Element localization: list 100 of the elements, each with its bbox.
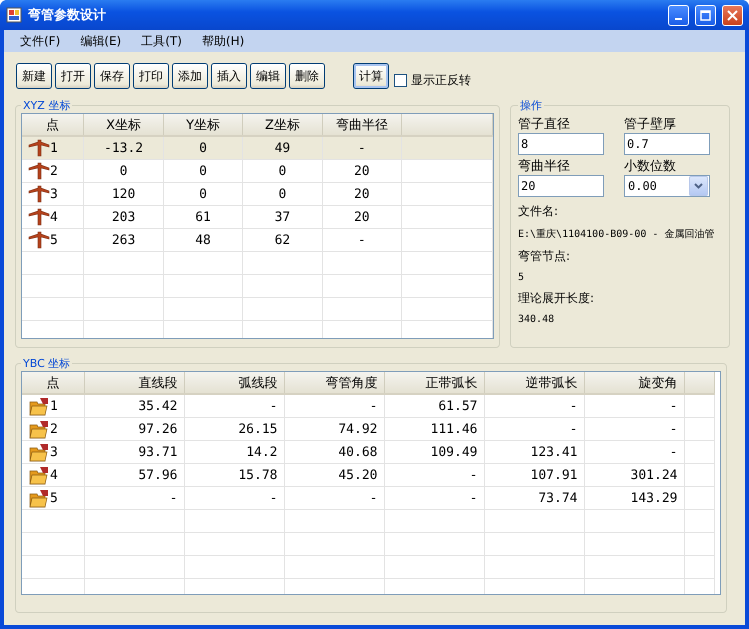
table-cell: 1	[50, 140, 58, 156]
column-header[interactable]: Y坐标	[163, 114, 243, 136]
column-header[interactable]: 点	[22, 372, 84, 394]
dropdown[interactable]: 0.00	[624, 175, 710, 197]
table-cell: 109.49	[430, 444, 478, 460]
info-value: 5	[518, 272, 524, 283]
input-field[interactable]: 20	[518, 175, 604, 197]
calculate-button[interactable]: 计算	[353, 63, 389, 89]
field-label: 管子壁厚	[624, 116, 677, 133]
info-label: 弯管节点:	[518, 248, 570, 265]
table-row[interactable]: 1 -13.2 0 49 -	[22, 136, 492, 160]
table-cell: 61.57	[438, 398, 478, 414]
table-cell: -	[270, 490, 278, 506]
checkbox-label[interactable]: 显示正反转	[411, 72, 471, 88]
toolbar-button[interactable]: 删除	[289, 63, 325, 89]
pipe-icon	[28, 208, 50, 226]
table-cell: 40.68	[338, 444, 378, 460]
table-cell: 97.26	[138, 422, 178, 436]
toolbar-button[interactable]: 插入	[211, 63, 247, 89]
menu-item[interactable]: 编辑(E)	[72, 30, 130, 52]
toolbar-button[interactable]: 新建	[16, 63, 52, 89]
maximize-button[interactable]	[695, 4, 716, 26]
data-grid[interactable]: 点 X坐标 Y坐标 Z坐标 弯曲半径 1 -13.2 0 49 - 2 0 0 0 20 3 120 0 0 20 4 203 61 37 20 5 263 48 62 -	[21, 113, 494, 339]
info-label: 文件名:	[518, 203, 558, 220]
input-field[interactable]: 0.7	[624, 133, 710, 155]
table-cell: 48	[195, 232, 211, 248]
caret-icon	[694, 183, 703, 189]
column-header[interactable]: 旋变角	[584, 372, 684, 394]
toolbar-button[interactable]: 编辑	[250, 63, 286, 89]
table-cell: 15.78	[238, 468, 278, 482]
column-header[interactable]: 弧线段	[184, 372, 284, 394]
menu-item[interactable]: 工具(T)	[133, 30, 190, 52]
info-value: E:\重庆\1104100-B09-00 - 金属回油管	[518, 228, 714, 241]
column-header[interactable]: Z坐标	[242, 114, 322, 136]
close-button[interactable]	[722, 4, 743, 26]
table-cell: 61	[195, 210, 211, 224]
table-row[interactable]: 5 - - - - 73.74 143.29	[22, 486, 714, 510]
data-grid[interactable]: 点 直线段 弧线段 弯管角度 正带弧长 逆带弧长 旋变角 1 35.42 - - 61.57 - - 2 97.26 26.15 74.92 111.46 - - 3 93.71 14.2 40.68 109.49 123.41 - 4 57.96 15.78 45.20 - 107.91 301.24 5 - - - - 73.74 143.29	[21, 371, 721, 595]
table-cell: -	[358, 232, 366, 248]
table-cell: 57.96	[138, 468, 178, 482]
menu-item[interactable]: 文件(F)	[12, 30, 68, 52]
group-title: 操作	[519, 98, 543, 113]
toolbar-button[interactable]: 打印	[133, 63, 169, 89]
table-row[interactable]: 5 263 48 62 -	[22, 228, 492, 252]
column-header[interactable]: X坐标	[84, 114, 164, 136]
toolbar-button[interactable]: 打开	[55, 63, 91, 89]
table-cell: 5	[50, 232, 58, 248]
folder-icon	[28, 488, 50, 508]
pipe-icon	[28, 139, 50, 157]
table-cell: -	[670, 422, 678, 436]
minimize-button[interactable]	[668, 4, 689, 26]
group-title: YBC 坐标	[22, 356, 72, 371]
table-cell: -	[370, 398, 378, 414]
table-row[interactable]: 4 57.96 15.78 45.20 - 107.91 301.24	[22, 464, 714, 486]
column-header[interactable]: 直线段	[84, 372, 184, 394]
table-row[interactable]: 3 120 0 0 20	[22, 182, 492, 206]
table-cell: 4	[50, 210, 58, 224]
folder-icon	[28, 396, 50, 416]
table-row[interactable]: 2 0 0 0 20	[22, 160, 492, 182]
toolbar-button[interactable]: 保存	[94, 63, 130, 89]
table-cell: -	[270, 398, 278, 414]
table-cell: 263	[112, 232, 136, 248]
table-cell: 45.20	[338, 468, 378, 482]
table-cell: 0	[278, 186, 286, 202]
checkbox[interactable]	[394, 74, 407, 86]
table-cell: 93.71	[138, 444, 178, 460]
column-header[interactable]: 正带弧长	[384, 372, 484, 394]
table-cell: -	[570, 398, 578, 414]
table-cell: 0	[278, 164, 286, 178]
folder-icon	[28, 419, 50, 439]
table-cell: -	[670, 444, 678, 460]
column-header[interactable]: 弯曲半径	[322, 114, 402, 136]
folder-icon	[28, 465, 50, 485]
field-label: 弯曲半径	[518, 158, 571, 175]
column-header[interactable]: 逆带弧长	[484, 372, 584, 394]
table-cell: -	[370, 490, 378, 506]
table-cell: 0	[199, 164, 207, 178]
column-header[interactable]: 点	[22, 114, 84, 136]
table-cell: 2	[50, 422, 58, 436]
table-cell: 111.46	[430, 422, 478, 436]
pipe-icon	[28, 185, 50, 203]
table-cell: 20	[354, 186, 370, 202]
input-field[interactable]: 8	[518, 133, 604, 155]
table-row[interactable]: 4 203 61 37 20	[22, 206, 492, 228]
folder-icon	[28, 442, 50, 462]
pipe-icon	[28, 162, 50, 180]
toolbar-button[interactable]: 添加	[172, 63, 208, 89]
info-label: 理论展开长度:	[518, 290, 594, 307]
menu-item[interactable]: 帮助(H)	[194, 30, 252, 52]
table-row[interactable]: 1 35.42 - - 61.57 - -	[22, 394, 714, 418]
table-row[interactable]: 2 97.26 26.15 74.92 111.46 - -	[22, 418, 714, 440]
table-cell: 0	[199, 186, 207, 202]
table-cell: 107.91	[530, 468, 578, 482]
table-row[interactable]: 3 93.71 14.2 40.68 109.49 123.41 -	[22, 440, 714, 464]
table-cell: 3	[50, 186, 58, 202]
field-label: 管子直径	[518, 116, 571, 133]
column-header[interactable]: 弯管角度	[284, 372, 384, 394]
table-cell: 3	[50, 444, 58, 460]
field-label: 小数位数	[624, 158, 677, 175]
table-cell: 20	[354, 210, 370, 224]
